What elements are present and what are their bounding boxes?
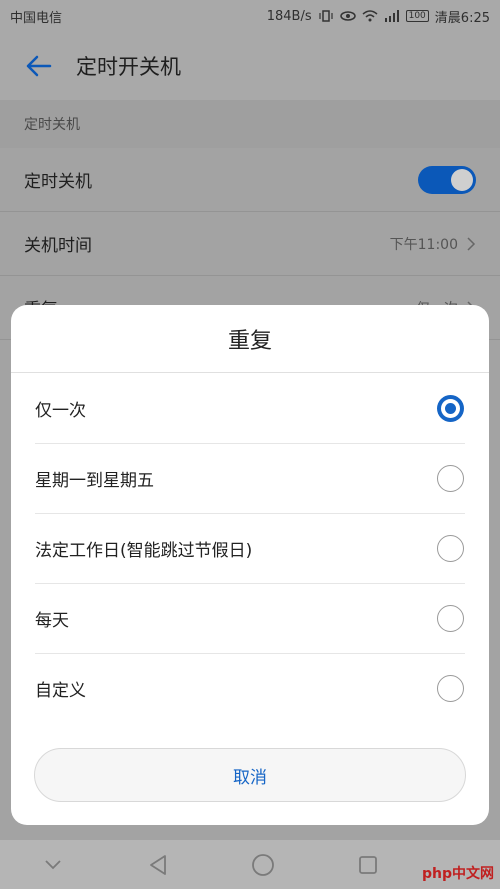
radio-unselected[interactable]: [437, 604, 464, 632]
radio-unselected[interactable]: [437, 464, 464, 492]
vibrate-icon: [319, 10, 333, 22]
watermark-logo: php中文网: [421, 866, 494, 882]
option-label: 自定义: [35, 680, 86, 701]
option-label: 星期一到星期五: [35, 470, 154, 491]
setting-row-shutdown-time[interactable]: 关机时间 下午11:00: [0, 212, 500, 276]
arrow-left-icon: [26, 55, 52, 77]
radio-unselected[interactable]: [437, 674, 464, 702]
network-speed: 184B/s: [266, 8, 312, 24]
setting-value: 下午11:00: [389, 236, 458, 253]
hide-nav-button[interactable]: [0, 840, 105, 889]
section-header: 定时关机: [0, 100, 500, 148]
option-custom[interactable]: 自定义: [11, 653, 489, 723]
chevron-down-icon: [44, 859, 61, 869]
recents-square-icon: [358, 855, 377, 874]
option-mon-to-fri[interactable]: 星期一到星期五: [11, 443, 489, 513]
page-title: 定时开关机: [76, 55, 181, 79]
shutdown-toggle[interactable]: [418, 165, 476, 194]
home-circle-icon: [251, 853, 274, 876]
recents-nav-button[interactable]: [315, 840, 420, 889]
back-nav-button[interactable]: [105, 840, 210, 889]
app-bar: 定时开关机: [0, 32, 500, 100]
option-label: 法定工作日(智能跳过节假日): [35, 540, 253, 561]
home-nav-button[interactable]: [210, 840, 315, 889]
option-daily[interactable]: 每天: [11, 583, 489, 653]
wifi-icon: [362, 10, 378, 22]
radio-unselected[interactable]: [437, 534, 464, 562]
setting-label: 定时关机: [24, 172, 92, 192]
option-label: 每天: [35, 610, 69, 631]
cancel-button[interactable]: 取消: [34, 748, 466, 802]
eye-comfort-icon: [339, 11, 356, 21]
status-bar: 中国电信 184B/s 100 清晨6:25: [0, 0, 500, 32]
dialog-title: 重复: [11, 305, 489, 373]
option-once[interactable]: 仅一次: [11, 373, 489, 443]
back-button[interactable]: [0, 32, 76, 100]
option-workdays[interactable]: 法定工作日(智能跳过节假日): [11, 513, 489, 583]
setting-label: 关机时间: [24, 236, 92, 256]
option-label: 仅一次: [35, 400, 86, 421]
status-right: 184B/s 100 清晨6:25: [267, 7, 490, 26]
setting-row-scheduled-shutdown[interactable]: 定时关机: [0, 148, 500, 212]
carrier-label: 中国电信: [10, 10, 63, 26]
clock: 清晨6:25: [434, 10, 490, 26]
back-triangle-icon: [149, 854, 166, 875]
signal-icon: [384, 10, 399, 22]
radio-selected[interactable]: [437, 394, 464, 422]
chevron-right-icon: [467, 236, 476, 251]
repeat-dialog: 重复 仅一次 星期一到星期五 法定工作日(智能跳过节假日) 每天 自定义 取消: [11, 305, 489, 825]
battery-icon: 100: [405, 10, 429, 22]
